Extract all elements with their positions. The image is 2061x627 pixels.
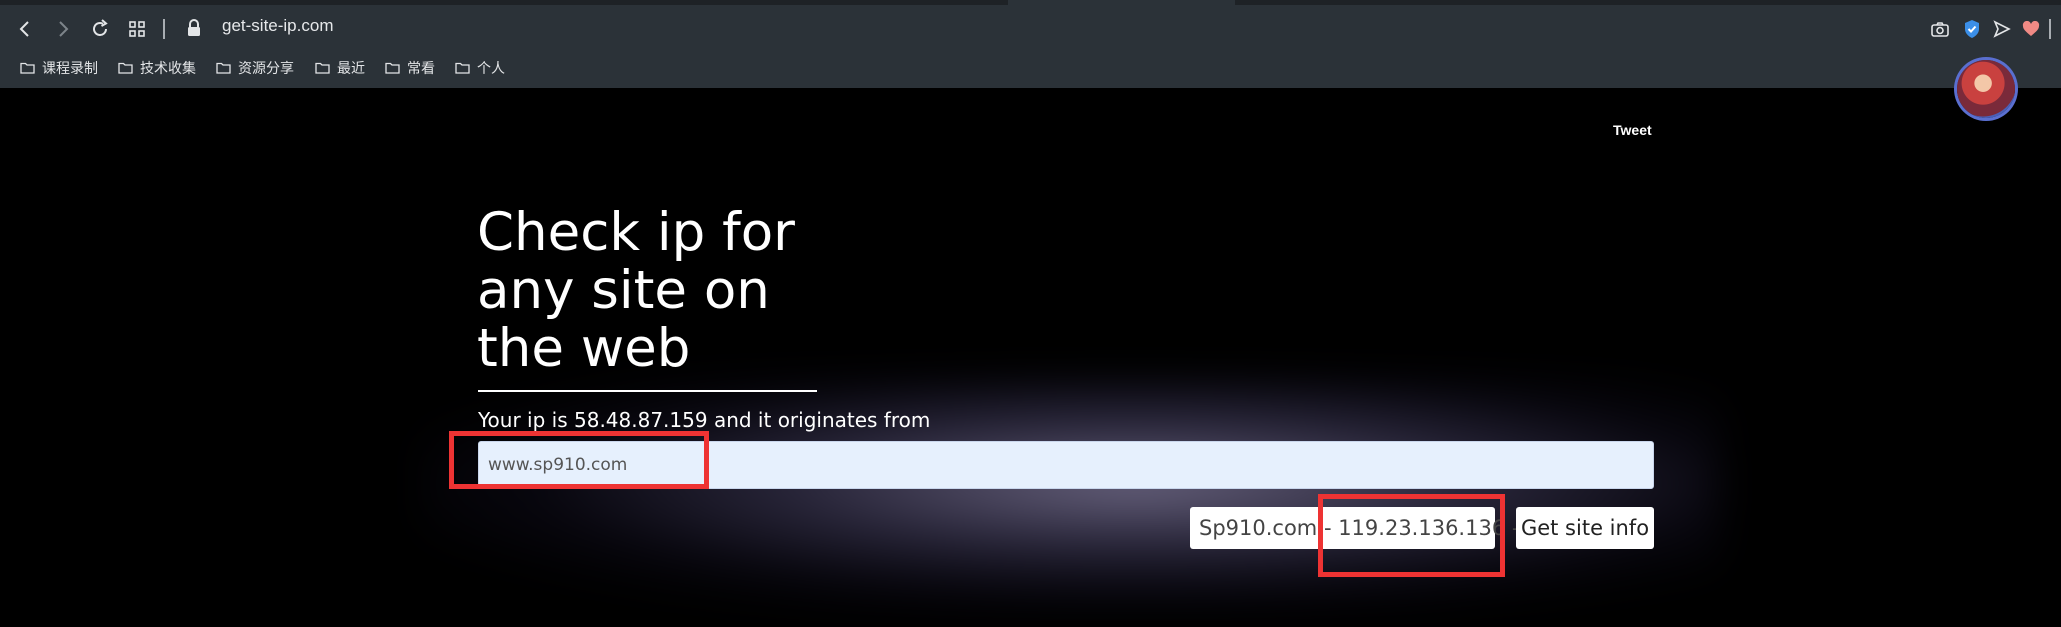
shield-check-icon[interactable] (1961, 18, 1983, 40)
tab-strip-right (1235, 0, 2061, 5)
bookmark-folder[interactable]: 技术收集 (118, 54, 196, 82)
bookmark-folder[interactable]: 资源分享 (216, 54, 294, 82)
bookmarks-bar: 课程录制 技术收集 资源分享 最近 常看 个人 (0, 54, 2061, 82)
bookmark-folder[interactable]: 最近 (315, 54, 365, 82)
folder-icon (315, 62, 330, 74)
address-bar-url[interactable]: get-site-ip.com (222, 16, 333, 36)
folder-icon (385, 62, 400, 74)
ip-origin-text: Your ip is 58.48.87.159 and it originate… (478, 408, 931, 432)
send-icon[interactable] (1991, 18, 2013, 40)
folder-icon (216, 62, 231, 74)
bookmark-folder[interactable]: 个人 (455, 54, 505, 82)
page-headline: Check ip for any site on the web (477, 202, 795, 379)
folder-icon (118, 62, 133, 74)
bookmark-label: 技术收集 (140, 61, 196, 77)
highlight-box-ip (1318, 494, 1505, 577)
toolbar-separator (163, 19, 165, 39)
toolbar-separator-right (2049, 19, 2051, 39)
bookmark-label: 资源分享 (238, 61, 294, 77)
bookmark-label: 常看 (407, 61, 435, 77)
bookmark-folder[interactable]: 常看 (385, 54, 435, 82)
bookmark-label: 课程录制 (42, 61, 98, 77)
camera-icon[interactable] (1929, 18, 1951, 40)
heart-icon[interactable] (2020, 18, 2042, 40)
get-site-info-button[interactable]: Get site info (1516, 507, 1654, 549)
back-icon[interactable] (13, 17, 37, 41)
reload-icon[interactable] (88, 17, 112, 41)
bookmark-label: 个人 (477, 61, 505, 77)
browser-toolbar: get-site-ip.com 课程录制 技术收集 资源分享 最近 常看 个人 (0, 0, 2061, 88)
apps-grid-icon[interactable] (125, 17, 149, 41)
bookmark-label: 最近 (337, 61, 365, 77)
forward-icon[interactable] (51, 17, 75, 41)
tab-strip (0, 0, 1008, 5)
folder-icon (20, 62, 35, 74)
lock-icon[interactable] (186, 18, 202, 38)
highlight-box-input (449, 431, 709, 489)
headline-divider (478, 390, 817, 392)
tweet-link[interactable]: Tweet (1613, 122, 1652, 138)
bookmark-folder[interactable]: 课程录制 (20, 54, 98, 82)
folder-icon (455, 62, 470, 74)
profile-avatar[interactable] (1957, 60, 2015, 118)
